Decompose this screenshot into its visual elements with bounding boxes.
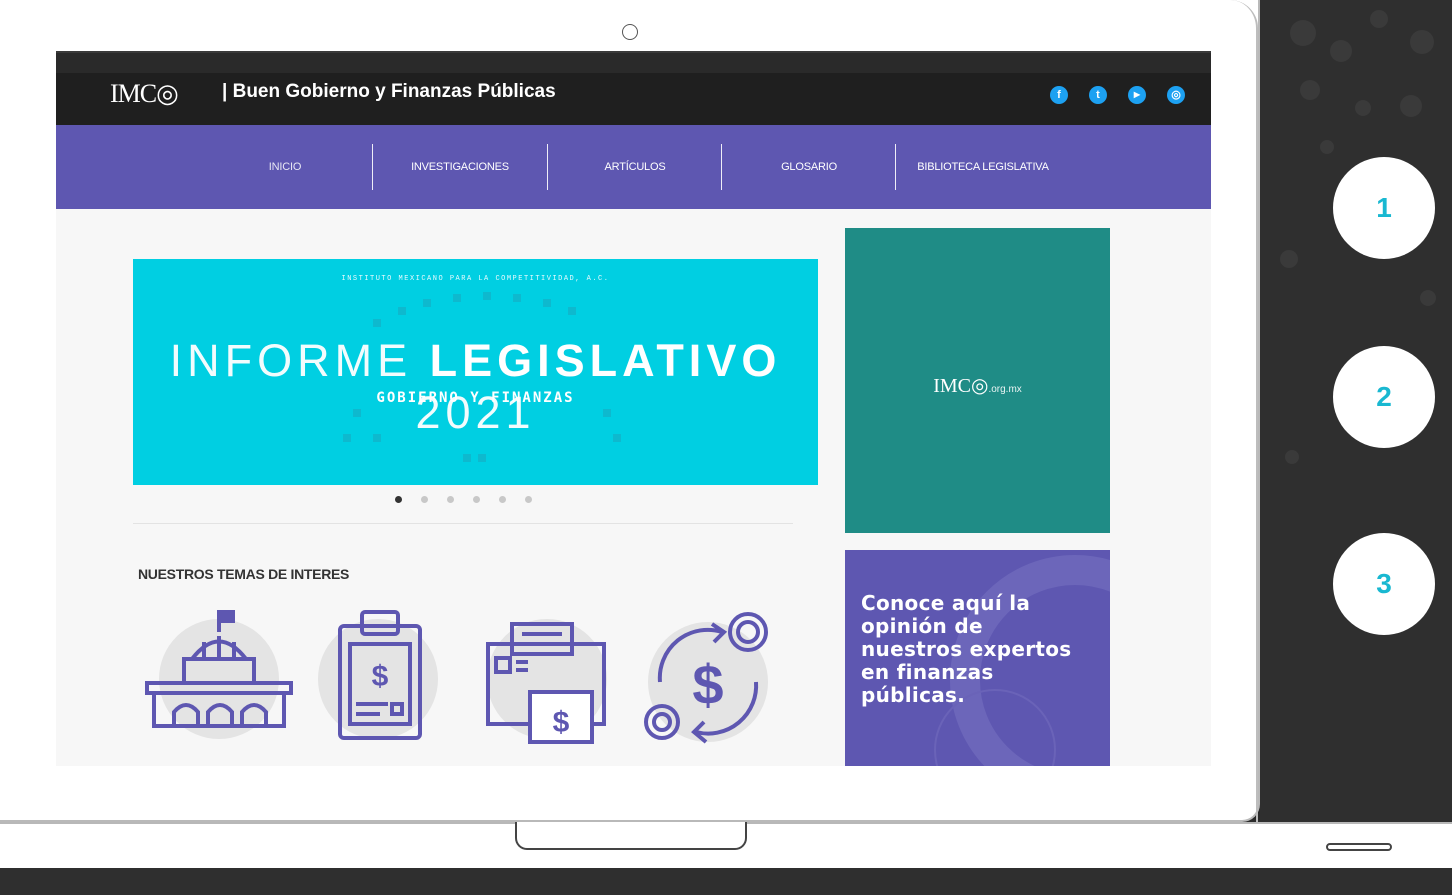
nav-item-articulos[interactable]: ARTÍCULOS	[548, 125, 722, 209]
instagram-icon[interactable]: ◎	[1167, 86, 1185, 104]
cash-register-icon[interactable]: $	[482, 604, 622, 744]
hero-subtitle: GOBIERNO Y FINANZAS	[376, 390, 575, 406]
laptop-screen: IMC◎ | Buen Gobierno y Finanzas Públicas…	[56, 51, 1211, 766]
step-badge-2: 2	[1333, 346, 1435, 448]
nav-item-investigaciones[interactable]: INVESTIGACIONES	[373, 125, 547, 209]
imco-logo[interactable]: IMC◎	[110, 79, 179, 109]
hero-institute-label: INSTITUTO MEXICANO PARA LA COMPETITIVIDA…	[341, 275, 610, 283]
hero-banner[interactable]: INSTITUTO MEXICANO PARA LA COMPETITIVIDA…	[133, 259, 818, 485]
topics-heading: NUESTROS TEMAS DE INTERES	[138, 566, 350, 582]
svg-text:$: $	[692, 653, 723, 716]
laptop-notch	[515, 822, 747, 850]
youtube-icon[interactable]: ▶	[1128, 86, 1146, 104]
laptop-indicator	[1326, 843, 1392, 851]
carousel-dot[interactable]	[395, 496, 402, 503]
currency-exchange-icon[interactable]: $	[640, 604, 780, 744]
carousel-dot[interactable]	[525, 496, 532, 503]
twitter-icon[interactable]: t	[1089, 86, 1107, 104]
imco-ad-logo: IMC◎.org.mx	[933, 375, 1022, 397]
carousel-dot[interactable]	[473, 496, 480, 503]
carousel-dot[interactable]	[447, 496, 454, 503]
camera-icon	[622, 24, 638, 40]
step-badge-3: 3	[1333, 533, 1435, 635]
divider	[133, 523, 793, 524]
svg-text:$: $	[553, 706, 570, 739]
nav-item-glosario[interactable]: GLOSARIO	[722, 125, 896, 209]
facebook-icon[interactable]: f	[1050, 86, 1068, 104]
site-title: | Buen Gobierno y Finanzas Públicas	[222, 81, 556, 102]
budget-clipboard-icon[interactable]: $	[318, 604, 458, 744]
hero-title: INFORME LEGISLATIVO 2021	[169, 335, 782, 438]
background-panel	[1260, 0, 1452, 895]
congress-building-icon[interactable]	[144, 604, 293, 744]
experts-opinion-banner[interactable]: Conoce aquí la opinión de nuestros exper…	[845, 550, 1110, 766]
carousel-dot[interactable]	[499, 496, 506, 503]
carousel-dot[interactable]	[421, 496, 428, 503]
svg-text:$: $	[372, 660, 389, 693]
step-badge-1: 1	[1333, 157, 1435, 259]
imco-ad-banner[interactable]: IMC◎.org.mx	[845, 228, 1110, 533]
experts-opinion-text: Conoce aquí la opinión de nuestros exper…	[861, 591, 1072, 707]
nav-item-inicio[interactable]: INICIO	[198, 125, 372, 209]
main-nav: INICIO INVESTIGACIONES ARTÍCULOS GLOSARI…	[56, 125, 1211, 209]
site-header: IMC◎ | Buen Gobierno y Finanzas Públicas…	[56, 53, 1211, 125]
nav-item-biblioteca-legislativa[interactable]: BIBLIOTECA LEGISLATIVA	[896, 125, 1070, 209]
